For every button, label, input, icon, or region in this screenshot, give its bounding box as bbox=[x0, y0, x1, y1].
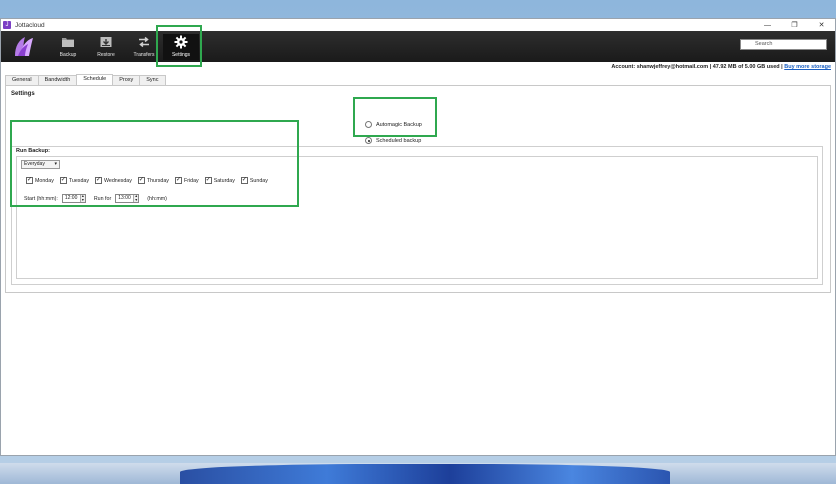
toolbar-backup-button[interactable]: Backup bbox=[50, 34, 86, 60]
stepper-arrows-icon[interactable]: ▲ ▼ bbox=[133, 194, 139, 202]
day-wednesday[interactable]: ✓ Wednesday bbox=[94, 177, 132, 184]
start-time-value: 12:00 bbox=[64, 195, 78, 201]
toolbar-restore-label: Restore bbox=[97, 52, 115, 58]
sunday-label: Sunday bbox=[249, 177, 268, 184]
toolbar-restore-button[interactable]: Restore bbox=[88, 34, 124, 60]
toolbar-backup-label: Backup bbox=[59, 52, 77, 58]
automagic-backup-label: Automagic Backup bbox=[376, 121, 422, 128]
run-for-stepper[interactable]: 13:00 ▲ ▼ bbox=[115, 194, 140, 203]
automagic-backup-option[interactable]: Automagic Backup bbox=[365, 121, 422, 128]
tab-schedule[interactable]: Schedule bbox=[76, 74, 114, 85]
scheduled-backup-label: Scheduled backup bbox=[376, 137, 422, 144]
sunday-checkbox[interactable]: ✓ bbox=[240, 177, 248, 184]
account-usage-text: Account: shanwjeffrey@hotmail.com | 47.9… bbox=[611, 64, 783, 70]
settings-tabs: General Bandwidth Schedule Proxy Sync bbox=[5, 74, 166, 85]
day-friday[interactable]: ✓ Friday bbox=[174, 177, 199, 184]
automagic-backup-radio[interactable] bbox=[365, 121, 372, 128]
run-backup-box bbox=[16, 156, 818, 279]
tab-bandwidth[interactable]: Bandwidth bbox=[37, 75, 78, 85]
wallpaper-swirl bbox=[180, 464, 670, 484]
thursday-label: Thursday bbox=[146, 177, 169, 184]
tuesday-label: Tuesday bbox=[68, 177, 89, 184]
wednesday-label: Wednesday bbox=[103, 177, 132, 184]
app-logo-icon: J bbox=[3, 21, 11, 29]
friday-label: Friday bbox=[183, 177, 199, 184]
toolbar-transfers-label: Transfers bbox=[133, 52, 155, 58]
tab-sync[interactable]: Sync bbox=[139, 75, 166, 85]
day-monday[interactable]: ✓ Monday bbox=[26, 177, 54, 184]
toolbar-settings-label: Settings bbox=[171, 52, 191, 58]
scheduled-backup-option[interactable]: Scheduled backup bbox=[365, 137, 421, 144]
thursday-checkbox[interactable]: ✓ bbox=[137, 177, 145, 184]
gear-icon bbox=[174, 35, 188, 49]
saturday-checkbox[interactable]: ✓ bbox=[204, 177, 212, 184]
frequency-value: Everyday bbox=[24, 161, 45, 167]
main-toolbar: Backup Restore Transfers Settings Search bbox=[1, 31, 835, 62]
maximize-button[interactable]: ❐ bbox=[781, 19, 808, 31]
app-window: J Jottacloud — ❐ ✕ Backup Restore Transf… bbox=[0, 18, 836, 456]
window-controls: — ❐ ✕ bbox=[754, 19, 835, 31]
day-tuesday[interactable]: ✓ Tuesday bbox=[59, 177, 89, 184]
day-thursday[interactable]: ✓ Thursday bbox=[137, 177, 169, 184]
tab-general[interactable]: General bbox=[5, 75, 39, 85]
wednesday-checkbox[interactable]: ✓ bbox=[94, 177, 102, 184]
minimize-button[interactable]: — bbox=[754, 19, 781, 31]
window-title: Jottacloud bbox=[15, 21, 45, 29]
friday-checkbox[interactable]: ✓ bbox=[174, 177, 182, 184]
start-time-stepper[interactable]: 12:00 ▲ ▼ bbox=[61, 194, 86, 203]
folder-icon bbox=[62, 38, 74, 47]
saturday-label: Saturday bbox=[213, 177, 235, 184]
close-button[interactable]: ✕ bbox=[808, 19, 835, 31]
weekday-checkboxes: ✓ Monday ✓ Tuesday ✓ Wednesday ✓ Thursday ✓ F… bbox=[26, 177, 274, 184]
tuesday-checkbox[interactable]: ✓ bbox=[59, 177, 67, 184]
monday-checkbox[interactable]: ✓ bbox=[26, 177, 33, 184]
run-for-unit: (hh:mm) bbox=[147, 195, 167, 202]
account-info-bar: Account: shanwjeffrey@hotmail.com | 47.9… bbox=[1, 63, 835, 72]
run-backup-label: Run Backup: bbox=[16, 148, 50, 154]
tab-proxy[interactable]: Proxy bbox=[112, 75, 141, 85]
day-saturday[interactable]: ✓ Saturday bbox=[204, 177, 235, 184]
toolbar-transfers-button[interactable]: Transfers bbox=[126, 34, 162, 60]
run-for-value: 13:00 bbox=[118, 195, 131, 201]
monday-label: Monday bbox=[35, 177, 54, 184]
chevron-down-icon: ▾ bbox=[54, 161, 57, 167]
run-for-label: Run for bbox=[93, 195, 112, 202]
download-box-icon bbox=[100, 37, 112, 47]
arrows-swap-icon bbox=[139, 36, 149, 48]
search-input[interactable]: Search bbox=[740, 39, 827, 50]
buy-more-storage-link[interactable]: Buy more storage bbox=[784, 64, 831, 70]
schedule-tab-panel: Settings Automagic Backup Scheduled back… bbox=[5, 85, 831, 293]
stepper-arrows-icon[interactable]: ▲ ▼ bbox=[79, 194, 85, 202]
title-bar: J Jottacloud — ❐ ✕ bbox=[1, 19, 835, 31]
settings-heading: Settings bbox=[11, 91, 35, 97]
toolbar-settings-button[interactable]: Settings bbox=[163, 34, 199, 60]
day-sunday[interactable]: ✓ Sunday bbox=[240, 177, 268, 184]
jottacloud-logo-icon bbox=[15, 37, 33, 56]
start-time-label: Start (hh:mm): bbox=[24, 195, 58, 202]
time-settings-row: Start (hh:mm): 12:00 ▲ ▼ Run for 13:00 ▲ ▼… bbox=[24, 194, 167, 203]
frequency-select[interactable]: Everyday ▾ bbox=[21, 160, 60, 169]
scheduled-backup-radio[interactable] bbox=[365, 137, 372, 144]
